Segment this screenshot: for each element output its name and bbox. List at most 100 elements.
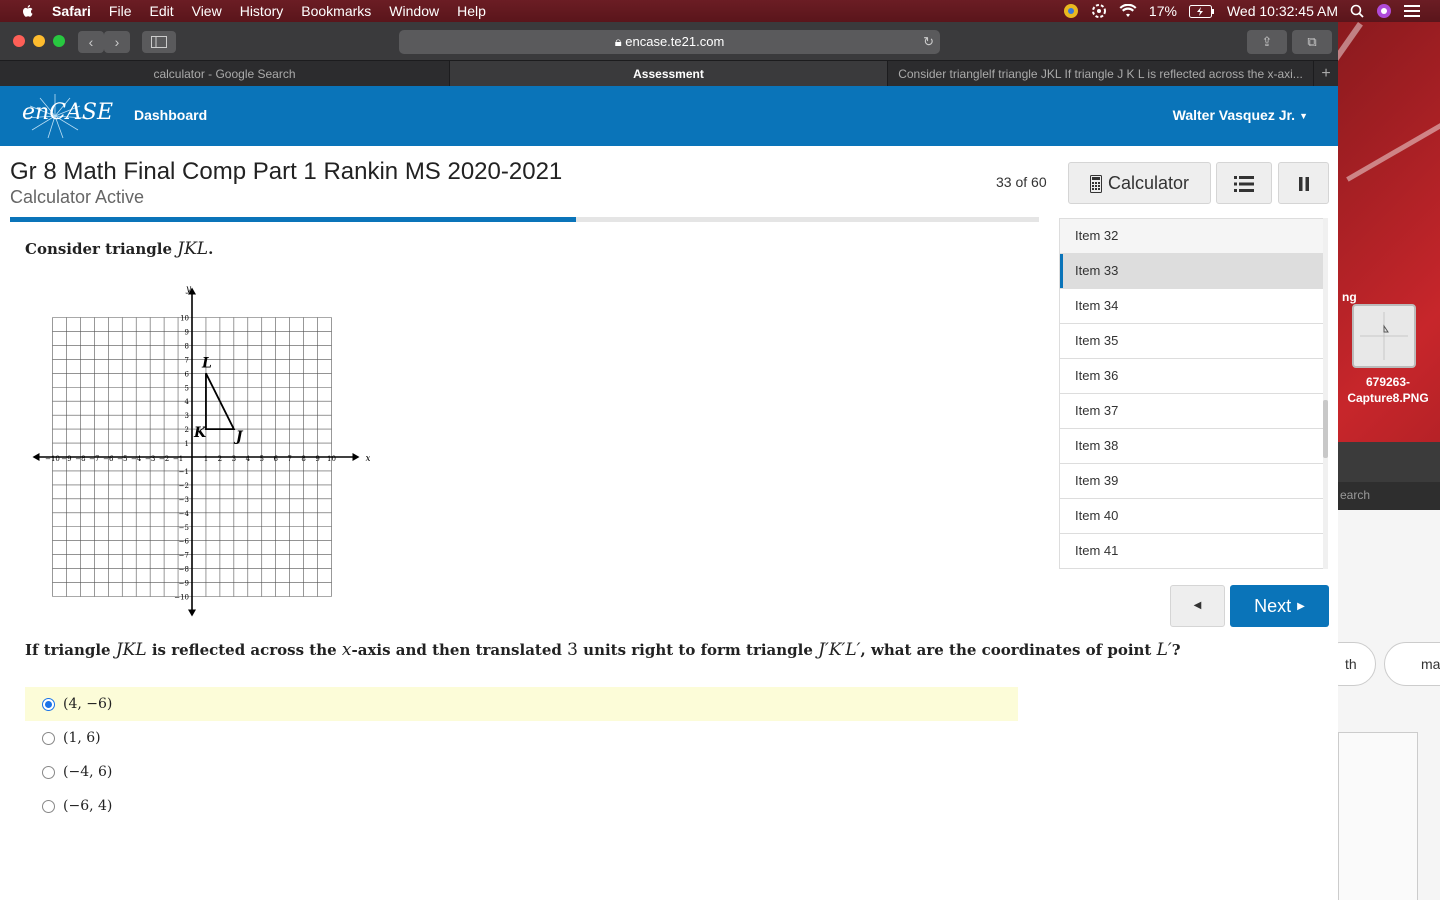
x-tick-label: −7 [89, 455, 99, 463]
tab-assessment[interactable]: Assessment [450, 61, 888, 87]
sidebar-toggle-button[interactable] [142, 31, 176, 53]
tab-google-search[interactable]: calculator - Google Search [0, 61, 450, 87]
desktop-decor-line [1346, 107, 1440, 182]
address-bar[interactable]: 🔒︎ encase.te21.com ↻ [399, 30, 940, 54]
menu-file[interactable]: File [109, 3, 132, 19]
item-list-scrollbar[interactable] [1323, 218, 1328, 569]
apple-icon[interactable] [20, 3, 36, 19]
menu-history[interactable]: History [240, 3, 284, 19]
radio-icon[interactable] [42, 731, 55, 745]
y-tick-label: −4 [179, 510, 190, 518]
radio-icon[interactable] [42, 765, 55, 779]
y-axis-arrow-down [188, 609, 196, 617]
item-39[interactable]: Item 39 [1060, 464, 1324, 499]
caret-down-icon: ▼ [1299, 111, 1308, 122]
answer-choice-a[interactable]: (4, −6) [25, 687, 1018, 721]
user-name: Walter Vasquez Jr. [1172, 107, 1296, 123]
x-tick-label: 10 [327, 455, 336, 463]
calculator-icon [1089, 175, 1102, 194]
desktop-file-label[interactable]: 679263- Capture8.PNG [1338, 374, 1438, 406]
stem-math: JKL [115, 640, 147, 660]
item-33[interactable]: Item 33 [1060, 254, 1324, 289]
chrome-icon[interactable] [1063, 3, 1079, 19]
menu-help[interactable]: Help [457, 3, 486, 19]
wifi-icon[interactable] [1119, 4, 1137, 18]
next-button[interactable]: Next ▶ [1230, 585, 1329, 627]
answer-choice-d[interactable]: (−6, 4) [25, 789, 1018, 823]
stem-text: is reflected across the [146, 641, 342, 659]
item-32[interactable]: Item 32 [1060, 219, 1324, 254]
desktop-file-thumbnail[interactable] [1352, 304, 1416, 368]
answer-label: (−4, 6) [63, 764, 113, 780]
calculator-button[interactable]: Calculator [1068, 162, 1211, 204]
minimize-window-button[interactable] [33, 35, 45, 47]
background-browser-window: earch th maxin [1338, 442, 1440, 900]
back-button[interactable]: ‹ [78, 31, 104, 53]
gear-status-icon[interactable] [1091, 3, 1107, 19]
y-tick-label: −5 [179, 524, 189, 532]
y-tick-label: −10 [174, 594, 189, 602]
radio-icon[interactable] [42, 799, 55, 813]
x-tick-label: 4 [246, 455, 251, 463]
y-tick-label: 9 [185, 328, 189, 336]
pause-button[interactable] [1278, 162, 1329, 204]
new-tab-button[interactable]: + [1314, 61, 1338, 87]
y-tick-label: −6 [179, 538, 190, 546]
menubar-clock[interactable]: Wed 10:32:45 AM [1227, 3, 1338, 19]
battery-icon[interactable] [1188, 4, 1215, 18]
vertex-label-j: J [233, 429, 244, 445]
radio-selected-icon[interactable] [42, 697, 55, 711]
item-35[interactable]: Item 35 [1060, 324, 1324, 359]
item-list-button[interactable] [1216, 162, 1272, 204]
x-tick-label: −6 [103, 455, 114, 463]
page-title: Gr 8 Math Final Comp Part 1 Rankin MS 20… [10, 158, 563, 185]
scrollbar-thumb[interactable] [1323, 400, 1328, 458]
forward-button[interactable]: › [104, 31, 130, 53]
tab-overview-button[interactable]: ⧉ [1292, 30, 1332, 54]
close-window-button[interactable] [13, 35, 25, 47]
nav-dashboard-link[interactable]: Dashboard [134, 107, 207, 123]
tab-question-search[interactable]: Consider trianglelf triangle JKL If tria… [888, 61, 1314, 87]
answer-choice-c[interactable]: (−4, 6) [25, 755, 1018, 789]
menu-view[interactable]: View [192, 3, 222, 19]
assessment-progress-bar [10, 217, 1039, 222]
answer-choice-b[interactable]: (1, 6) [25, 721, 1018, 755]
y-tick-label: −7 [179, 552, 189, 560]
control-list-icon[interactable] [1404, 5, 1420, 17]
menu-bookmarks[interactable]: Bookmarks [301, 3, 371, 19]
x-tick-label: −5 [117, 455, 127, 463]
macos-menubar: Safari File Edit View History Bookmarks … [0, 0, 1440, 22]
y-tick-label: 3 [185, 412, 189, 420]
previous-button[interactable]: ◀ [1170, 585, 1225, 627]
x-tick-label: −1 [173, 455, 183, 463]
item-34[interactable]: Item 34 [1060, 289, 1324, 324]
user-menu[interactable]: Walter Vasquez Jr. ▼ [1173, 107, 1308, 123]
x-tick-label: 5 [260, 455, 264, 463]
item-41[interactable]: Item 41 [1060, 534, 1324, 568]
spotlight-search-icon[interactable] [1350, 4, 1364, 18]
menu-app-name[interactable]: Safari [52, 3, 91, 19]
x-tick-label: 2 [218, 455, 222, 463]
desktop-file-label-line2: Capture8.PNG [1347, 391, 1429, 405]
item-37[interactable]: Item 37 [1060, 394, 1324, 429]
item-36[interactable]: Item 36 [1060, 359, 1324, 394]
question-counter: 33 of 60 [996, 174, 1047, 190]
reload-icon[interactable]: ↻ [923, 30, 934, 54]
desktop-decor-line [1338, 22, 1363, 239]
x-tick-label: −8 [75, 455, 85, 463]
page-subtitle: Calculator Active [10, 187, 145, 207]
y-tick-label: 10 [180, 315, 189, 323]
x-axis-arrow-right [352, 453, 360, 461]
menu-window[interactable]: Window [389, 3, 439, 19]
siri-icon[interactable] [1376, 3, 1392, 19]
item-38[interactable]: Item 38 [1060, 429, 1324, 464]
item-40[interactable]: Item 40 [1060, 499, 1324, 534]
desktop-file-label-line1: 679263- [1365, 375, 1411, 389]
background-pill: maxin [1384, 642, 1440, 686]
prompt-end: . [208, 240, 214, 258]
zoom-window-button[interactable] [53, 35, 65, 47]
stem-math: L′ [1156, 640, 1172, 660]
share-button[interactable]: ⇪ [1247, 30, 1287, 54]
menu-edit[interactable]: Edit [149, 3, 173, 19]
share-icon: ⇪ [1261, 34, 1273, 49]
